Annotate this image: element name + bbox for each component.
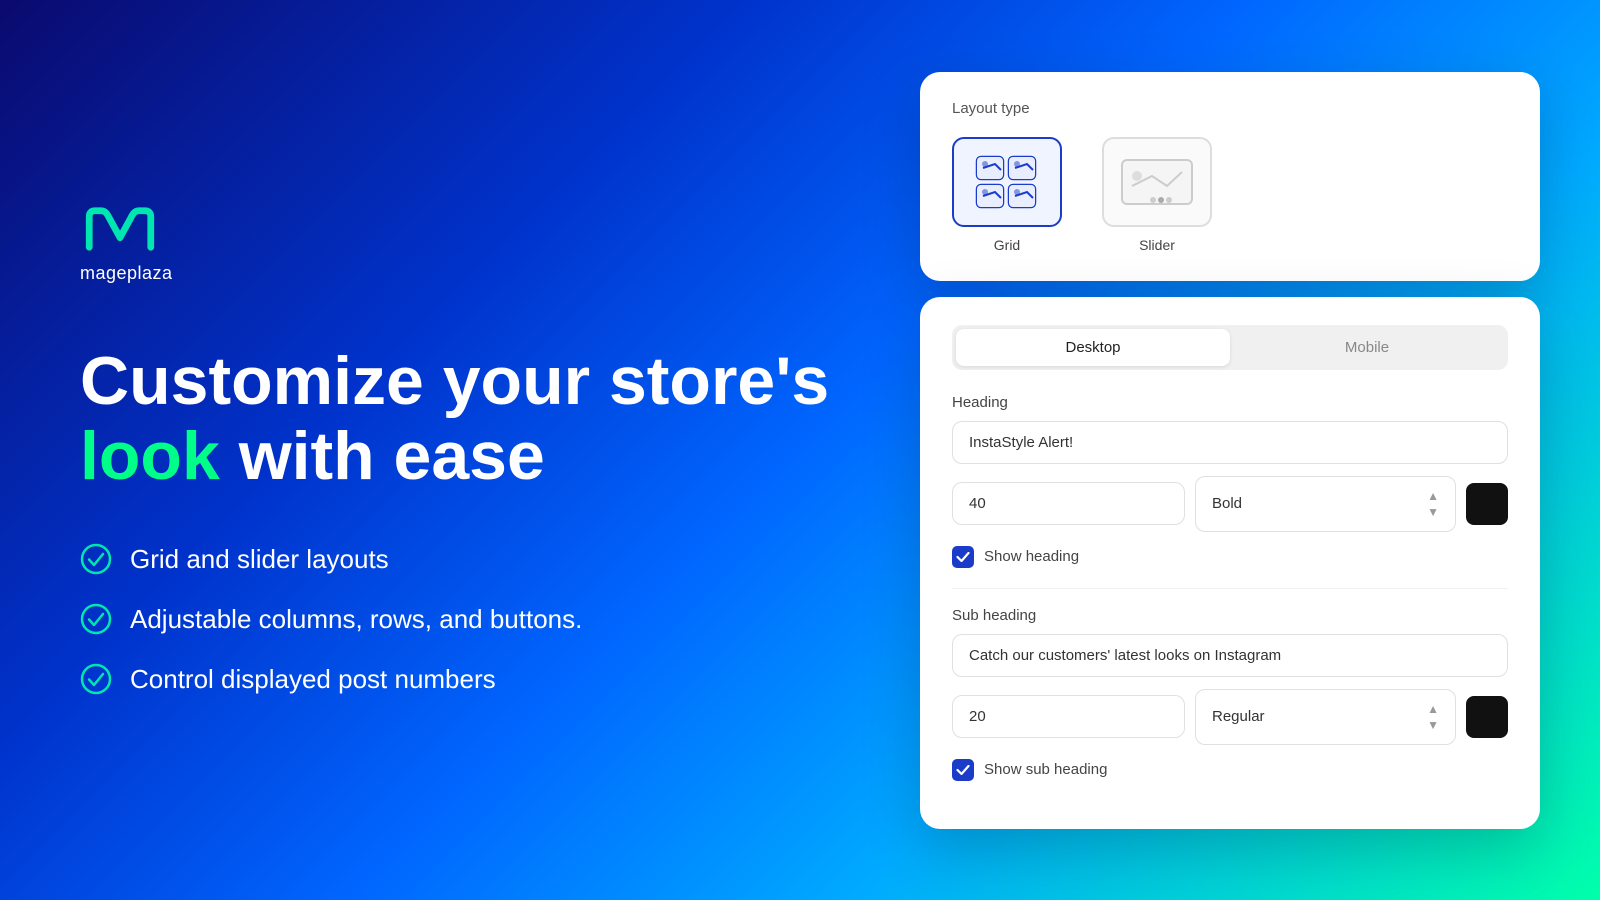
heading-font-text: Bold — [1212, 495, 1427, 512]
sub-heading-size-input[interactable] — [952, 695, 1185, 738]
check-icon-2 — [80, 603, 112, 635]
settings-card: Desktop Mobile Heading Bold ▲ ▼ Sh — [920, 297, 1540, 829]
grid-icon-wrapper — [952, 137, 1062, 227]
feature-text-2: Adjustable columns, rows, and buttons. — [130, 604, 582, 635]
headline: Customize your store's look with ease — [80, 344, 840, 494]
slider-icon-wrapper — [1102, 137, 1212, 227]
heading-section-label: Heading — [952, 394, 1508, 411]
spinner-icon-sub-heading: ▲ ▼ — [1427, 702, 1439, 732]
layout-option-grid[interactable]: Grid — [952, 137, 1062, 253]
sub-heading-section-label: Sub heading — [952, 607, 1508, 624]
show-sub-heading-label: Show sub heading — [984, 761, 1107, 778]
logo-text: mageplaza — [80, 263, 173, 284]
grid-label: Grid — [994, 237, 1020, 253]
heading-input-row: Bold ▲ ▼ — [952, 476, 1508, 532]
left-panel: mageplaza Customize your store's look wi… — [0, 145, 920, 756]
feature-list: Grid and slider layouts Adjustable colum… — [80, 543, 840, 695]
layout-card-title: Layout type — [952, 100, 1508, 117]
layout-type-card: Layout type — [920, 72, 1540, 281]
feature-item-2: Adjustable columns, rows, and buttons. — [80, 603, 840, 635]
heading-font-select[interactable]: Bold ▲ ▼ — [1195, 476, 1456, 532]
headline-line2: with ease — [220, 418, 545, 494]
tab-mobile[interactable]: Mobile — [1230, 329, 1504, 366]
right-panel: Layout type — [920, 72, 1540, 829]
checkmark-icon-sub — [956, 765, 970, 775]
sub-heading-font-text: Regular — [1212, 708, 1427, 725]
feature-text-1: Grid and slider layouts — [130, 544, 389, 575]
slider-layout-icon — [1112, 152, 1202, 212]
slider-label: Slider — [1139, 237, 1175, 253]
headline-line1: Customize your store's — [80, 343, 829, 419]
spinner-icon-heading: ▲ ▼ — [1427, 489, 1439, 519]
checkmark-icon — [956, 552, 970, 562]
heading-size-input[interactable] — [952, 482, 1185, 525]
tab-row: Desktop Mobile — [952, 325, 1508, 370]
grid-layout-icon — [971, 152, 1043, 212]
logo-icon — [80, 205, 160, 255]
heading-color-swatch[interactable] — [1466, 483, 1508, 525]
heading-input[interactable] — [952, 421, 1508, 464]
sub-heading-input[interactable] — [952, 634, 1508, 677]
sub-heading-font-select[interactable]: Regular ▲ ▼ — [1195, 689, 1456, 745]
layout-option-slider[interactable]: Slider — [1102, 137, 1212, 253]
check-icon-1 — [80, 543, 112, 575]
tab-desktop[interactable]: Desktop — [956, 329, 1230, 366]
feature-item-1: Grid and slider layouts — [80, 543, 840, 575]
sub-heading-input-row: Regular ▲ ▼ — [952, 689, 1508, 745]
headline-highlight: look — [80, 418, 220, 494]
show-sub-heading-checkbox[interactable] — [952, 759, 974, 781]
show-heading-row: Show heading — [952, 546, 1508, 568]
show-heading-checkbox[interactable] — [952, 546, 974, 568]
show-heading-label: Show heading — [984, 548, 1079, 565]
feature-item-3: Control displayed post numbers — [80, 663, 840, 695]
show-sub-heading-row: Show sub heading — [952, 759, 1508, 781]
feature-text-3: Control displayed post numbers — [130, 664, 496, 695]
check-icon-3 — [80, 663, 112, 695]
layout-options: Grid Slider — [952, 137, 1508, 253]
logo: mageplaza — [80, 205, 840, 284]
sub-heading-color-swatch[interactable] — [1466, 696, 1508, 738]
section-divider — [952, 588, 1508, 589]
